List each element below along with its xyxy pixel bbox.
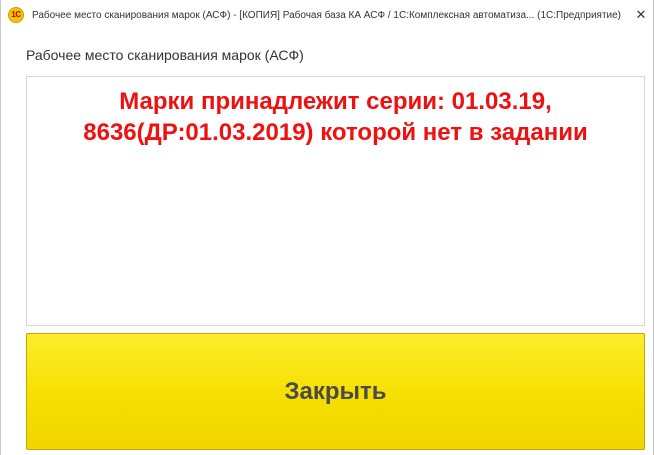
title-bar[interactable]: 1С Рабочее место сканирования марок (АСФ… [1,0,653,30]
app-window: 1С Рабочее место сканирования марок (АСФ… [0,0,654,455]
form-title: Рабочее место сканирования марок (АСФ) [26,47,304,63]
error-message: Марки принадлежит серии: 01.03.19, 8636(… [83,88,588,146]
close-button[interactable]: Закрыть [26,333,645,450]
1c-app-icon: 1С [8,7,24,23]
close-button-label: Закрыть [284,377,387,405]
close-icon[interactable]: ✕ [631,5,651,25]
window-title: Рабочее место сканирования марок (АСФ) -… [32,9,621,21]
message-field: Марки принадлежит серии: 01.03.19, 8636(… [26,76,645,326]
